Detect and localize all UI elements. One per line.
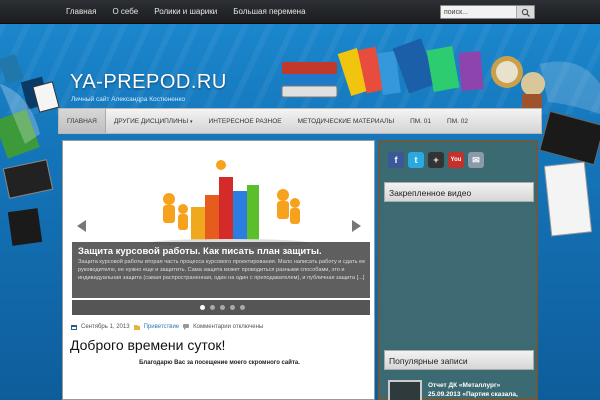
video-embed[interactable] — [384, 205, 534, 343]
main-nav: ГЛАВНАЯ ДРУГИЕ ДИСЦИПЛИНЫ ▾ ИНТЕРЕСНОЕ Р… — [58, 108, 542, 134]
topnav-break[interactable]: Большая перемена — [225, 0, 313, 24]
nav-other-disciplines[interactable]: ДРУГИЕ ДИСЦИПЛИНЫ ▾ — [106, 109, 201, 133]
folder-icon — [133, 325, 140, 330]
nav-pm02[interactable]: ПМ. 02 — [439, 109, 476, 133]
post-comments: Комментарии отключены — [193, 324, 264, 330]
slide-title[interactable]: Защита курсовой работы. Как писать план … — [78, 246, 322, 257]
comment-icon — [183, 324, 190, 330]
popular-post-item[interactable]: Отчет ДК «Металлург» 25.09.2013 «Партия … — [386, 380, 534, 400]
slider-dot[interactable] — [210, 305, 215, 310]
popular-widget-title: Популярные записи — [384, 350, 534, 370]
post-meta: Сентябрь 1, 2013 Приветствие Комментарии… — [71, 324, 263, 330]
nav-methodical[interactable]: МЕТОДИЧЕСКИЕ МАТЕРИАЛЫ — [290, 109, 402, 133]
featured-slider: Защита курсовой работы. Как писать план … — [69, 147, 370, 315]
topnav-about[interactable]: О себе — [104, 0, 146, 24]
post-title[interactable]: Доброго времени суток! — [70, 337, 225, 353]
social-icons: f t + You ✉ — [388, 152, 484, 168]
slide-excerpt: Защита курсовой работы вторая часть проц… — [78, 259, 366, 281]
facebook-icon[interactable]: f — [388, 152, 404, 168]
search-icon — [521, 8, 530, 17]
top-bar: Главная О себе Ролики и шарики Большая п… — [0, 0, 600, 24]
sidebar: f t + You ✉ Закрепленное видео Популярны… — [378, 140, 538, 400]
video-widget-title: Закрепленное видео — [384, 182, 534, 202]
books-left-icon — [0, 53, 60, 246]
nav-interesting[interactable]: ИНТЕРЕСНОЕ РАЗНОЕ — [201, 109, 290, 133]
slider-pager — [72, 300, 370, 315]
slide-caption: Защита курсовой работы. Как писать план … — [72, 242, 370, 298]
slider-dot[interactable] — [200, 305, 205, 310]
slider-dot[interactable] — [230, 305, 235, 310]
topnav-home[interactable]: Главная — [58, 0, 104, 24]
nav-home[interactable]: ГЛАВНАЯ — [59, 109, 106, 133]
popular-post-link[interactable]: Отчет ДК «Металлург» 25.09.2013 «Партия … — [428, 382, 518, 398]
google-plus-icon[interactable]: + — [428, 152, 444, 168]
main-content: Защита курсовой работы. Как писать план … — [62, 140, 375, 400]
search-box — [440, 5, 535, 19]
slider-prev-button[interactable] — [77, 220, 86, 232]
email-icon[interactable]: ✉ — [468, 152, 484, 168]
chevron-down-icon: ▾ — [190, 119, 193, 125]
top-nav: Главная О себе Ролики и шарики Большая п… — [58, 0, 314, 24]
slider-next-button[interactable] — [352, 220, 361, 232]
slide-image — [149, 160, 309, 247]
nav-other-disciplines-label: ДРУГИЕ ДИСЦИПЛИНЫ — [113, 118, 189, 125]
twitter-icon[interactable]: t — [408, 152, 424, 168]
post-text: Благодарю Вас за посещение моего скромно… — [139, 360, 300, 366]
topnav-videos[interactable]: Ролики и шарики — [146, 0, 225, 24]
youtube-icon[interactable]: You — [448, 152, 464, 168]
nav-pm01[interactable]: ПМ. 01 — [402, 109, 439, 133]
popular-post-thumbnail[interactable] — [388, 380, 422, 400]
post-category-link[interactable]: Приветствие — [144, 324, 180, 330]
search-button[interactable] — [516, 6, 534, 18]
post-date: Сентябрь 1, 2013 — [81, 324, 130, 330]
slider-dot[interactable] — [240, 305, 245, 310]
slider-dot[interactable] — [220, 305, 225, 310]
search-input[interactable] — [444, 7, 514, 18]
calendar-icon — [71, 325, 77, 330]
